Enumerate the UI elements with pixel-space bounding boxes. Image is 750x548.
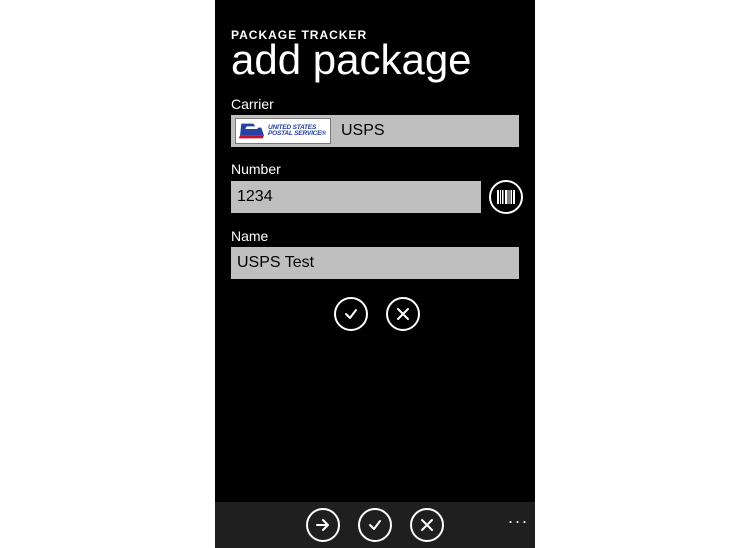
appbar-accept-button[interactable]: [358, 508, 392, 542]
appbar-more-button[interactable]: ...: [508, 508, 529, 526]
number-input[interactable]: [231, 181, 481, 213]
scan-barcode-button[interactable]: [489, 180, 523, 214]
name-label: Name: [231, 228, 523, 244]
barcode-icon: [497, 190, 515, 204]
check-icon: [367, 517, 383, 533]
carrier-value: USPS: [341, 122, 385, 140]
name-input[interactable]: [231, 247, 519, 279]
eagle-icon: [238, 121, 266, 141]
check-icon: [343, 306, 359, 322]
app-bar: ...: [215, 502, 535, 548]
arrow-right-icon: [315, 517, 331, 533]
usps-logo-line2: POSTAL SERVICE®: [268, 131, 326, 138]
number-label: Number: [231, 161, 523, 177]
carrier-label: Carrier: [231, 96, 523, 112]
cancel-button[interactable]: [386, 297, 420, 331]
cross-icon: [396, 307, 410, 321]
phone-screen: PACKAGE TRACKER add package Carrier UNIT…: [215, 0, 535, 548]
appbar-cancel-button[interactable]: [410, 508, 444, 542]
accept-button[interactable]: [334, 297, 368, 331]
page-title: add package: [231, 38, 523, 82]
appbar-next-button[interactable]: [306, 508, 340, 542]
usps-logo: UNITED STATES POSTAL SERVICE®: [235, 118, 331, 144]
cross-icon: [420, 518, 434, 532]
carrier-select[interactable]: UNITED STATES POSTAL SERVICE® USPS: [231, 115, 519, 147]
